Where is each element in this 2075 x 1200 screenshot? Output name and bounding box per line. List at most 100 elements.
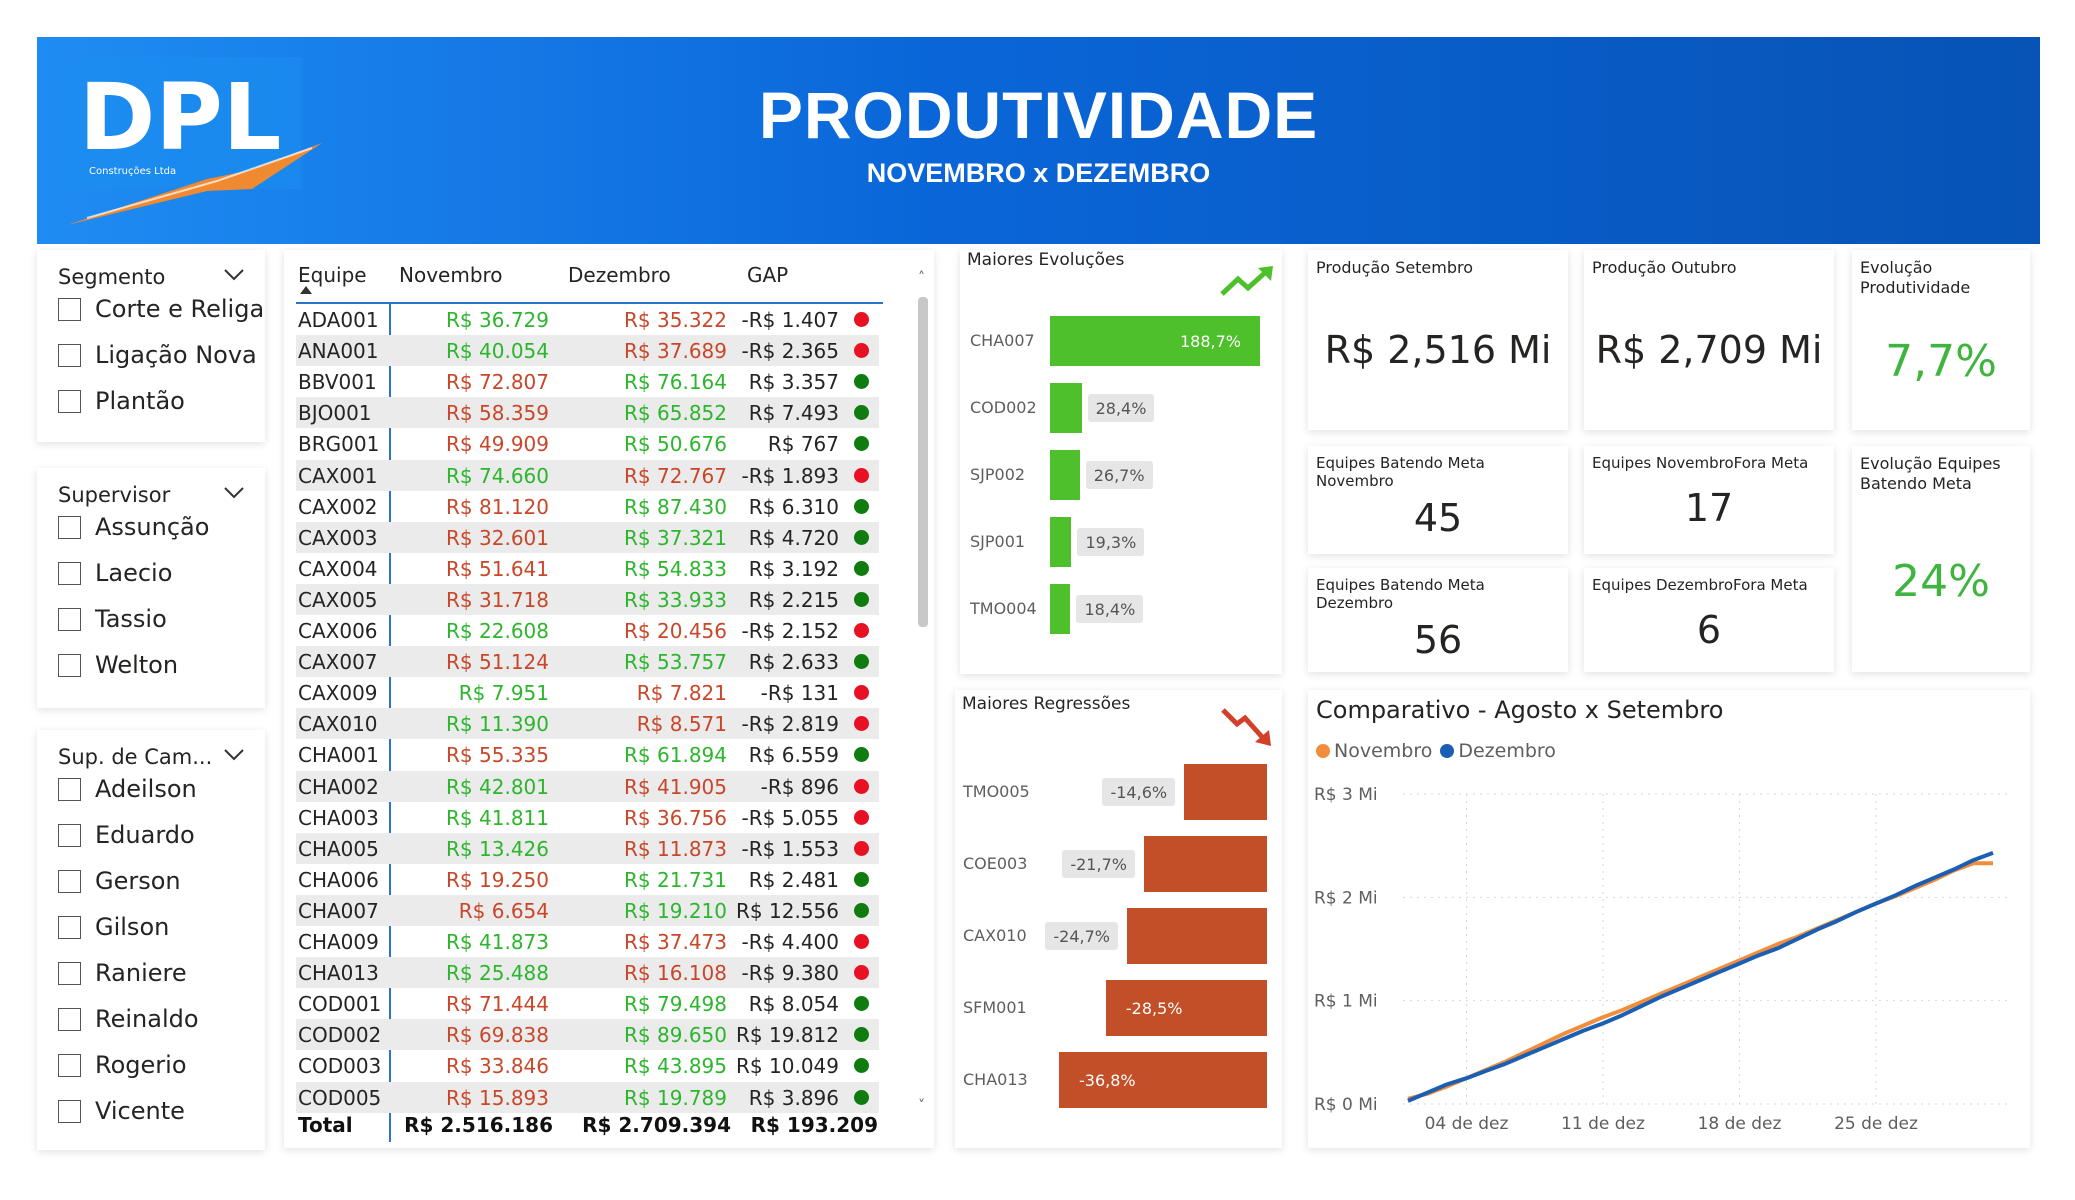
checkbox[interactable]	[58, 607, 81, 631]
table-row[interactable]: CAX009 R$ 7.951 R$ 7.821 -R$ 131	[296, 677, 879, 708]
regression-bar[interactable]	[1127, 908, 1267, 964]
slicer-option-gilson[interactable]: Gilson	[58, 910, 169, 944]
checkbox[interactable]	[58, 1007, 81, 1031]
table-row[interactable]: BBV001 R$ 72.807 R$ 76.164 R$ 3.357	[296, 366, 879, 397]
column-header-gap[interactable]: GAP	[747, 263, 788, 287]
checkbox[interactable]	[58, 869, 81, 893]
slicer-option-assuncao[interactable]: Assunção	[58, 510, 209, 544]
table-row[interactable]: COD003 R$ 33.846 R$ 43.895 R$ 10.049	[296, 1050, 879, 1081]
cell-gap: R$ 2.481	[748, 867, 839, 892]
slicer-option-gerson[interactable]: Gerson	[58, 864, 181, 898]
cell-equipe: CHA006	[298, 867, 379, 892]
trend-down-icon	[1221, 708, 1271, 746]
table-row[interactable]: COD001 R$ 71.444 R$ 79.498 R$ 8.054	[296, 988, 879, 1019]
column-header-dezembro[interactable]: Dezembro	[568, 263, 671, 287]
cell-gap: R$ 2.633	[748, 650, 839, 675]
status-dot-icon	[854, 436, 869, 452]
table-row[interactable]: CHA006 R$ 19.250 R$ 21.731 R$ 2.481	[296, 864, 879, 895]
scroll-up-icon[interactable]: ˄	[918, 270, 930, 286]
column-header-novembro[interactable]: Novembro	[399, 263, 503, 287]
table-row[interactable]: CAX002 R$ 81.120 R$ 87.430 R$ 6.310	[296, 491, 879, 522]
table-row[interactable]: BJO001 R$ 58.359 R$ 65.852 R$ 7.493	[296, 397, 879, 429]
table-row[interactable]: CAX004 R$ 51.641 R$ 54.833 R$ 3.192	[296, 553, 879, 584]
cell-gap: R$ 3.896	[748, 1085, 839, 1110]
cell-novembro: R$ 74.660	[446, 463, 549, 488]
scroll-down-icon[interactable]: ˅	[918, 1098, 930, 1114]
table-row[interactable]: ADA001 R$ 36.729 R$ 35.322 -R$ 1.407	[296, 304, 879, 335]
checkbox[interactable]	[58, 1053, 81, 1077]
table-row[interactable]: CHA001 R$ 55.335 R$ 61.894 R$ 6.559	[296, 739, 879, 770]
evolucoes-card: Maiores Evoluções CHA007 188,7% COD002 28,4…	[960, 250, 1282, 674]
status-dot-icon	[854, 405, 869, 421]
slicer-option-welton[interactable]: Welton	[58, 648, 178, 682]
checkbox[interactable]	[58, 777, 81, 801]
table-row[interactable]: CHA003 R$ 41.811 R$ 36.756 -R$ 5.055	[296, 802, 879, 833]
table-row[interactable]: CHA007 R$ 6.654 R$ 19.210 R$ 12.556	[296, 894, 879, 926]
cell-equipe: CAX004	[298, 556, 378, 581]
chevron-down-icon[interactable]	[223, 268, 245, 282]
table-row[interactable]: CAX001 R$ 74.660 R$ 72.767 -R$ 1.893	[296, 459, 879, 491]
checkbox[interactable]	[58, 297, 81, 321]
table-row[interactable]: CHA005 R$ 13.426 R$ 11.873 -R$ 1.553	[296, 832, 879, 864]
chevron-down-icon[interactable]	[223, 748, 245, 762]
bar-category-label: COD002	[970, 398, 1037, 417]
evolution-bar[interactable]	[1050, 383, 1082, 433]
slicer-option-laecio[interactable]: Laecio	[58, 556, 172, 590]
table-row[interactable]: COD002 R$ 69.838 R$ 89.650 R$ 19.812	[296, 1019, 879, 1051]
table-row[interactable]: CHA013 R$ 25.488 R$ 16.108 -R$ 9.380	[296, 957, 879, 989]
cell-equipe: CHA003	[298, 805, 379, 830]
table-row[interactable]: CAX007 R$ 51.124 R$ 53.757 R$ 2.633	[296, 646, 879, 678]
table-row[interactable]: CAX003 R$ 32.601 R$ 37.321 R$ 4.720	[296, 521, 879, 553]
slicer-option-plantao[interactable]: Plantão	[58, 384, 185, 418]
table-row[interactable]: ANA001 R$ 40.054 R$ 37.689 -R$ 2.365	[296, 335, 879, 367]
table-row[interactable]: COD005 R$ 15.893 R$ 19.789 R$ 3.896	[296, 1081, 879, 1113]
column-header-equipe[interactable]: Equipe	[298, 263, 367, 287]
evolution-bar[interactable]	[1050, 584, 1071, 634]
regression-bar[interactable]	[1144, 836, 1267, 892]
table-row[interactable]: CAX006 R$ 22.608 R$ 20.456 -R$ 2.152	[296, 615, 879, 646]
table-row[interactable]: CHA002 R$ 42.801 R$ 41.905 -R$ 896	[296, 770, 879, 802]
checkbox[interactable]	[58, 823, 81, 847]
slicer-option-corte-e-religa[interactable]: Corte e Religa	[58, 292, 264, 326]
cell-dezembro: R$ 53.757	[624, 650, 727, 675]
slicer-option-eduardo[interactable]: Eduardo	[58, 818, 195, 852]
slicer-option-tassio[interactable]: Tassio	[58, 602, 167, 636]
checkbox[interactable]	[58, 653, 81, 677]
sort-ascending-icon[interactable]	[300, 286, 312, 294]
status-dot-icon	[854, 902, 869, 918]
cell-equipe: CHA013	[298, 961, 379, 986]
slicer-option-rogerio[interactable]: Rogerio	[58, 1048, 187, 1082]
cell-novembro: R$ 11.390	[446, 712, 549, 737]
evolution-bar[interactable]	[1050, 517, 1072, 567]
cell-novembro: R$ 72.807	[446, 370, 549, 395]
bar-value-label: -28,5%	[1125, 998, 1183, 1018]
cell-gap: -R$ 131	[760, 681, 839, 706]
checkbox[interactable]	[58, 343, 81, 367]
slicer-option-reinaldo[interactable]: Reinaldo	[58, 1002, 199, 1036]
checkbox[interactable]	[58, 561, 81, 585]
chevron-down-icon[interactable]	[223, 486, 245, 500]
regression-bar[interactable]	[1184, 764, 1267, 820]
checkbox[interactable]	[58, 389, 81, 413]
checkbox[interactable]	[58, 961, 81, 985]
cell-novembro: R$ 41.873	[446, 930, 549, 954]
status-dot-icon	[854, 1058, 869, 1074]
cell-dezembro: R$ 76.164	[624, 370, 727, 395]
slicer-option-ligacao-nova[interactable]: Ligação Nova	[58, 338, 257, 372]
slicer-option-vicente[interactable]: Vicente	[58, 1094, 185, 1128]
table-row[interactable]: CHA009 R$ 41.873 R$ 37.473 -R$ 4.400	[296, 926, 879, 957]
slicer-option-adeilson[interactable]: Adeilson	[58, 772, 197, 806]
cell-equipe: CAX007	[298, 650, 378, 675]
table-row[interactable]: BRG001 R$ 49.909 R$ 50.676 R$ 767	[296, 428, 879, 459]
checkbox[interactable]	[58, 515, 81, 539]
table-scrollbar[interactable]	[918, 297, 928, 627]
cell-dezembro: R$ 50.676	[624, 432, 727, 457]
evolution-bar[interactable]	[1050, 450, 1080, 500]
cell-novembro: R$ 58.359	[446, 401, 549, 426]
table-row[interactable]: CAX010 R$ 11.390 R$ 8.571 -R$ 2.819	[296, 708, 879, 740]
table-row[interactable]: CAX005 R$ 31.718 R$ 33.933 R$ 2.215	[296, 583, 879, 615]
slicer-supervisor: Supervisor Assunção Laecio Tassio Welton	[37, 468, 265, 708]
checkbox[interactable]	[58, 1099, 81, 1123]
slicer-option-raniere[interactable]: Raniere	[58, 956, 187, 990]
checkbox[interactable]	[58, 915, 81, 939]
